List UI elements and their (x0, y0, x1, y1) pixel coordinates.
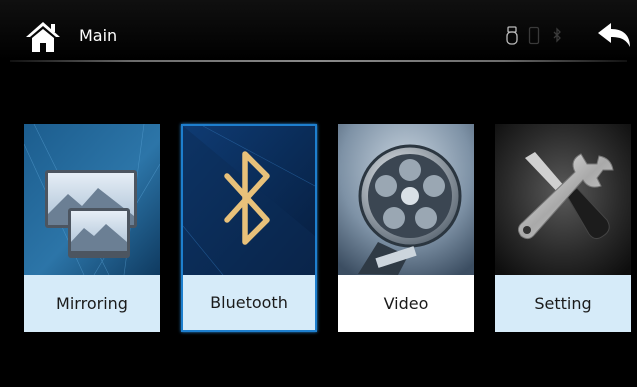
tile-video[interactable]: Video (338, 124, 474, 332)
setting-art (495, 124, 631, 275)
tile-label-bar: Mirroring (24, 275, 160, 332)
video-art (338, 124, 474, 275)
page-title: Main (79, 26, 118, 45)
tile-setting[interactable]: Setting (495, 124, 631, 332)
tile-label-bar: Setting (495, 275, 631, 332)
tile-label-bar: Bluetooth (183, 275, 315, 330)
tools-icon (495, 124, 631, 275)
tile-label-bar: Video (338, 275, 474, 332)
film-reel-icon (338, 124, 474, 275)
tile-label: Setting (534, 294, 592, 313)
bluetooth-icon (183, 126, 315, 275)
tile-label: Bluetooth (210, 293, 288, 312)
phone-icon (528, 26, 540, 45)
usb-icon (506, 26, 518, 45)
main-screen: Main Mirroring Bluetooth Video Setting (0, 0, 637, 387)
back-icon[interactable] (596, 21, 632, 49)
mirroring-icon (24, 124, 160, 275)
home-icon[interactable] (24, 20, 62, 54)
mirroring-art (24, 124, 160, 275)
bluetooth-status-icon (553, 27, 561, 43)
bluetooth-art (183, 126, 315, 275)
status-icons (497, 26, 567, 50)
tile-bluetooth[interactable]: Bluetooth (181, 124, 317, 332)
tile-label: Mirroring (56, 294, 128, 313)
tile-mirroring[interactable]: Mirroring (24, 124, 160, 332)
tile-label: Video (383, 294, 429, 313)
header-divider (10, 60, 627, 62)
header-bar: Main (0, 0, 637, 60)
